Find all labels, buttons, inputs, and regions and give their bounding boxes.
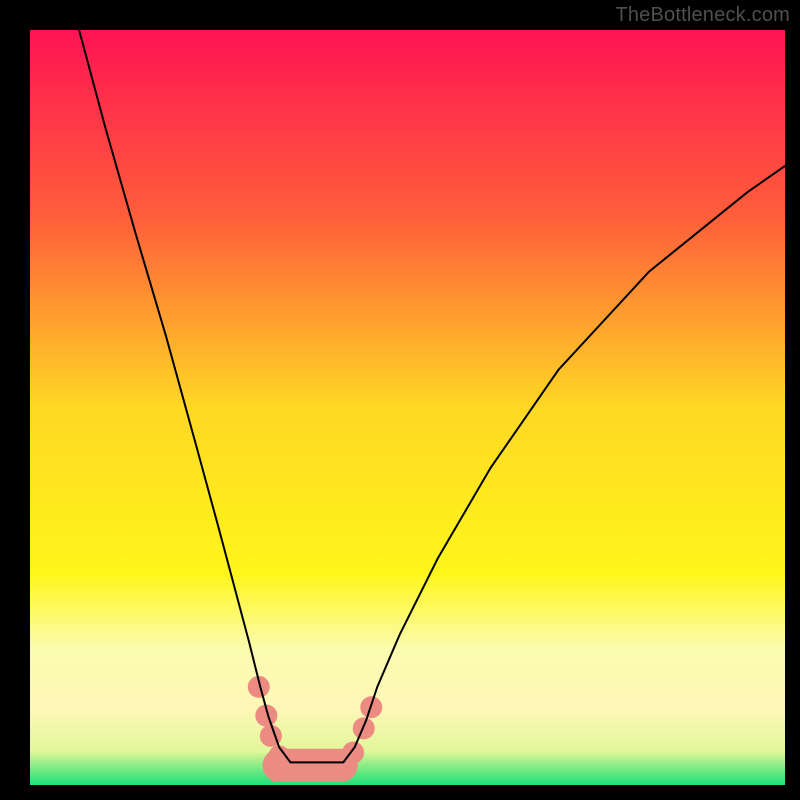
marker-dot <box>280 754 302 776</box>
chart-svg <box>30 30 785 785</box>
plot-area <box>30 30 785 785</box>
gradient-bg <box>30 30 785 785</box>
chart-frame: TheBottleneck.com <box>0 0 800 800</box>
watermark-text: TheBottleneck.com <box>615 4 790 27</box>
